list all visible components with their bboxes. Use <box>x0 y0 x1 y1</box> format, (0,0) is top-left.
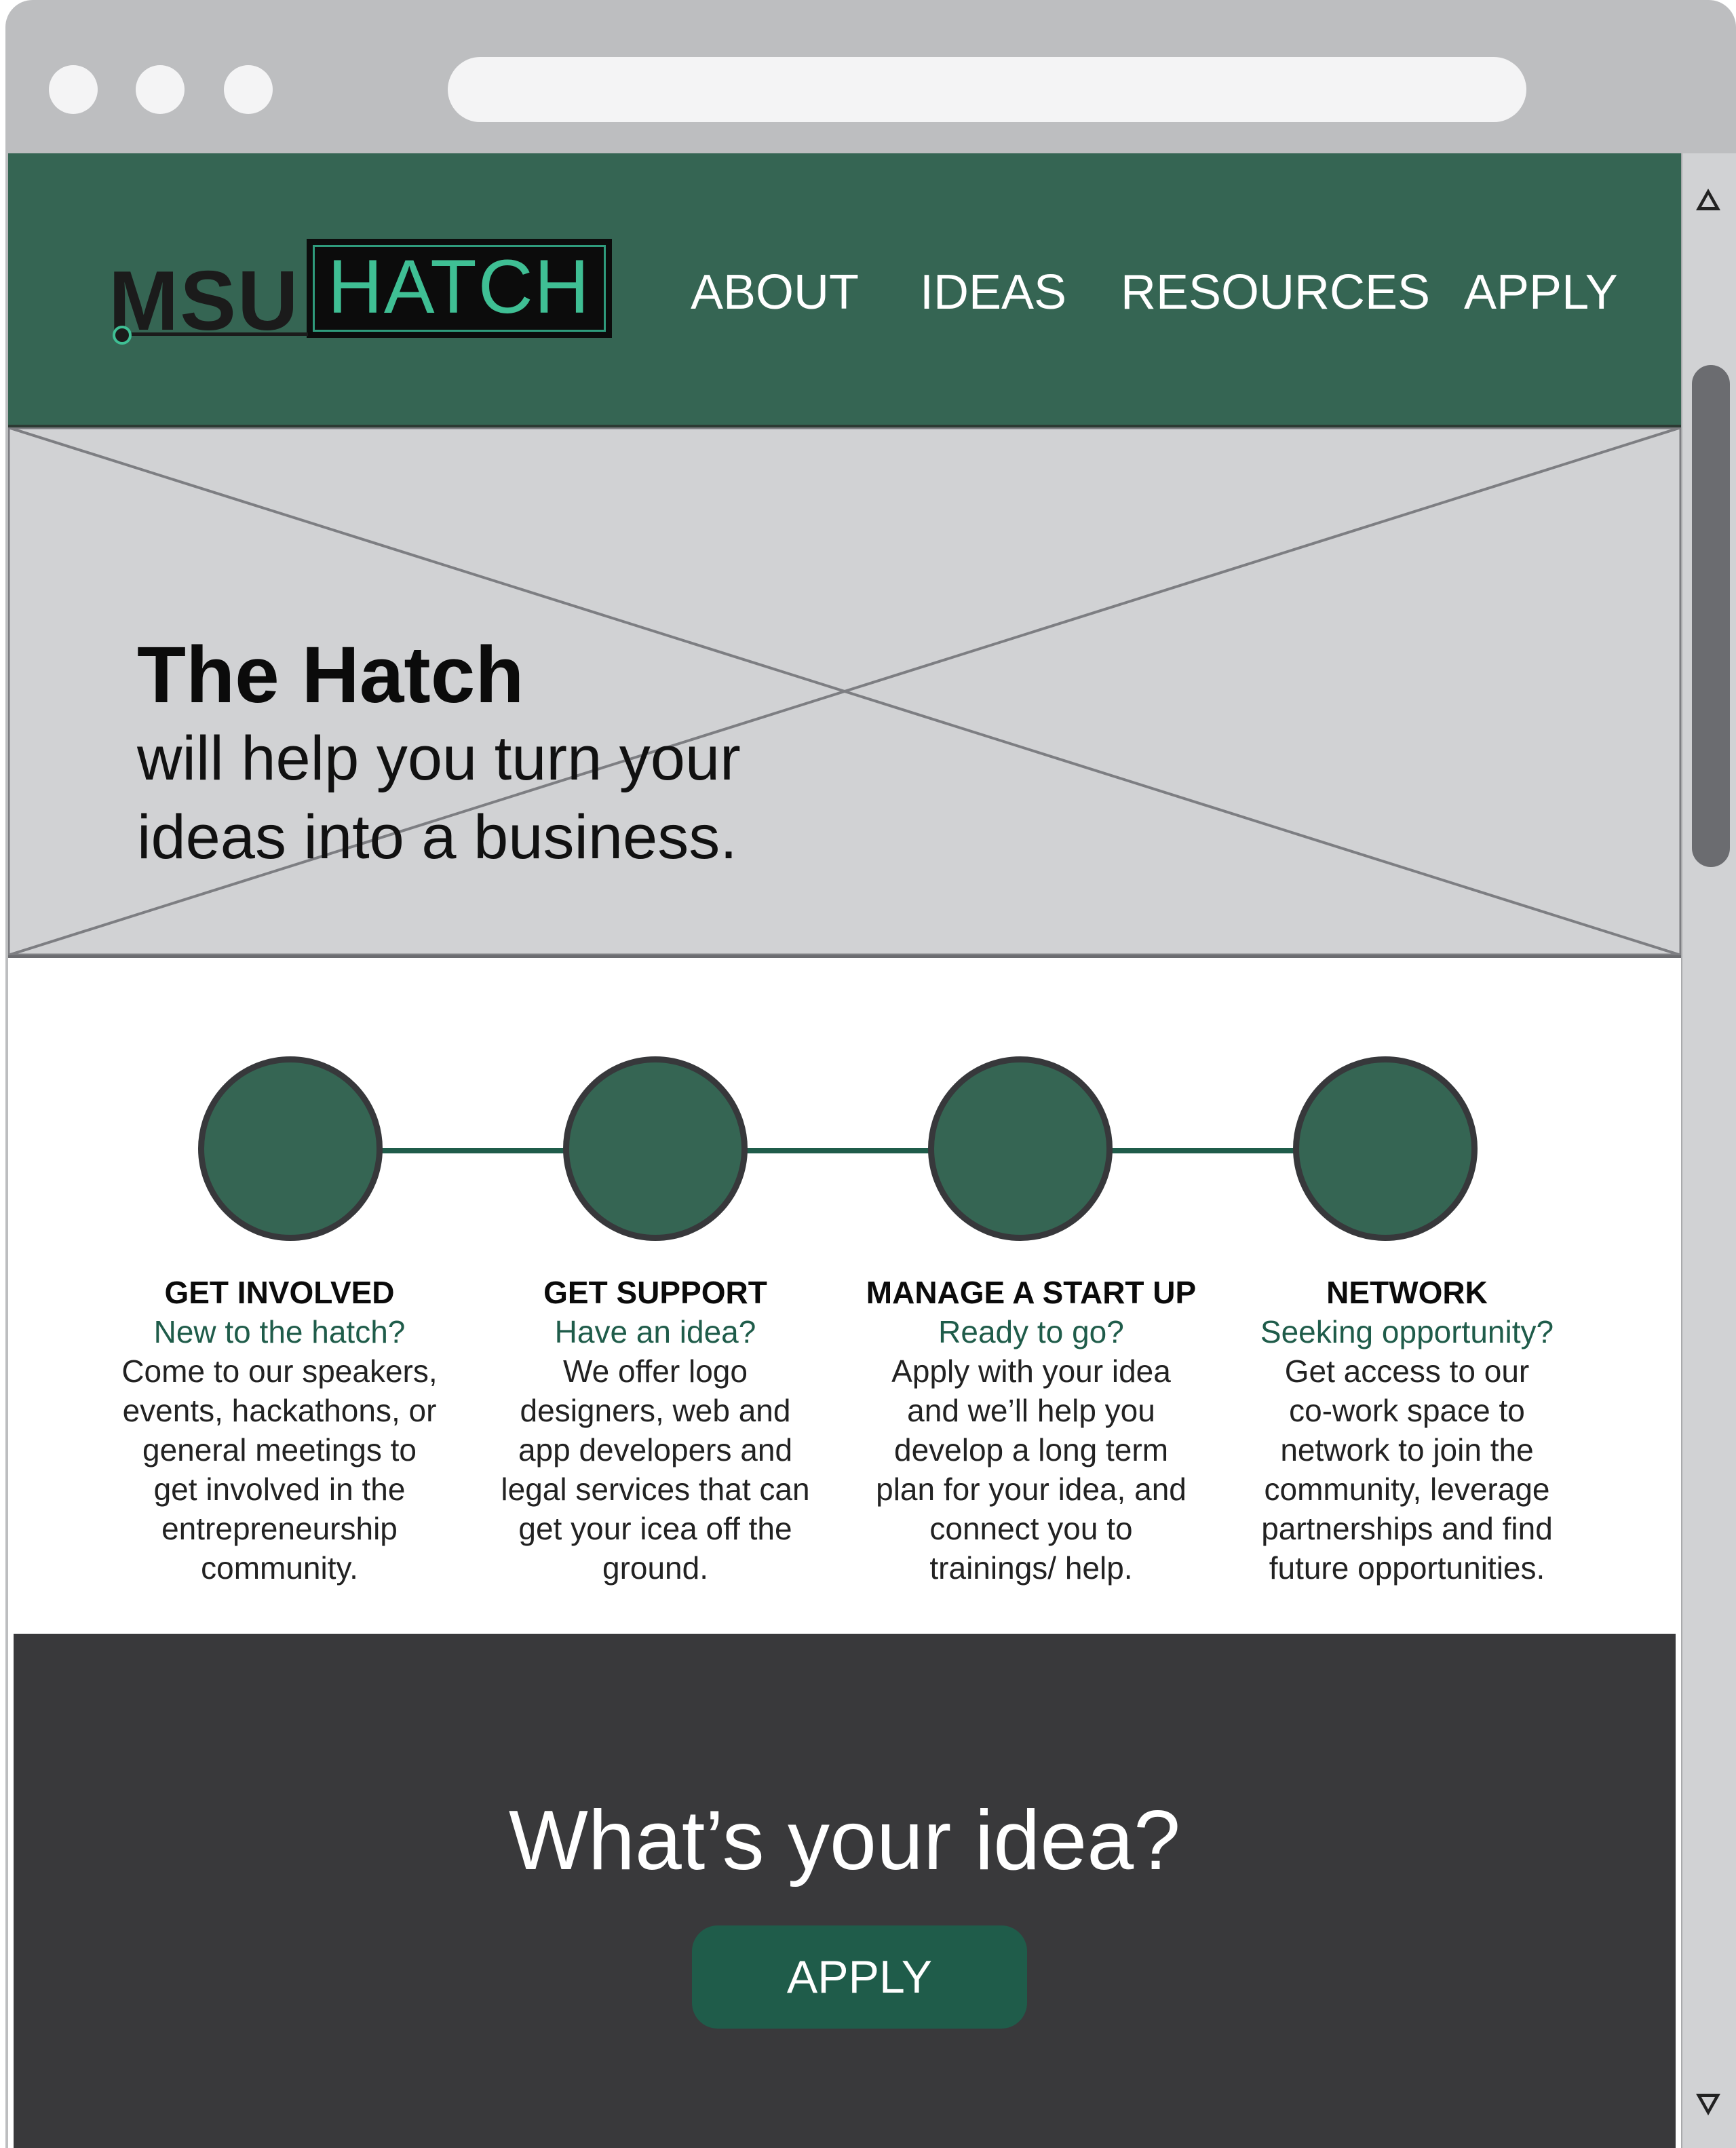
step-get-support: GET SUPPORT Have an idea? We offer logo … <box>479 1273 832 1588</box>
step-description-line: network to join the <box>1280 1432 1534 1468</box>
step-circle-manage-start-up[interactable] <box>928 1056 1113 1241</box>
step-description-line: Get access to our <box>1284 1354 1530 1389</box>
apply-button[interactable]: APPLY <box>692 1925 1027 2029</box>
step-circle-get-support[interactable] <box>563 1056 748 1241</box>
step-description-line: partnerships and find <box>1261 1511 1553 1546</box>
step-description-line: legal services that can <box>501 1472 810 1507</box>
step-description-line: future opportunities. <box>1269 1550 1545 1586</box>
step-manage-start-up: MANAGE A START UP Ready to go? Apply wit… <box>855 1273 1208 1588</box>
window-maximize-button[interactable] <box>224 65 273 114</box>
step-description-line: get involved in the <box>153 1472 406 1507</box>
logo-msu-text: MSU <box>109 254 300 348</box>
step-description-line: app developers and <box>518 1432 793 1468</box>
step-description-line: plan for your idea, and <box>876 1472 1187 1507</box>
step-description-line: connect you to <box>929 1511 1133 1546</box>
step-description: Apply with your idea and we’ll help you … <box>855 1351 1208 1588</box>
step-description-line: community. <box>201 1550 358 1586</box>
address-bar[interactable] <box>448 57 1526 122</box>
hero-title: The Hatch <box>137 630 524 720</box>
step-subtitle: New to the hatch? <box>153 1314 406 1349</box>
logo-underline <box>123 332 308 336</box>
nav-apply[interactable]: APPLY <box>1464 255 1618 330</box>
step-description-line: community, leverage <box>1264 1472 1550 1507</box>
step-title: GET INVOLVED <box>164 1275 395 1310</box>
step-description-line: and we’ll help you <box>907 1393 1155 1428</box>
steps-connector-line <box>289 1148 1374 1153</box>
browser-window: MSU HATCH ABOUT IDEAS RESOURCES APPLY Th… <box>5 0 1736 2148</box>
step-description-line: trainings/ help. <box>929 1550 1133 1586</box>
step-description-line: ground. <box>602 1550 708 1586</box>
step-subtitle: Seeking opportunity? <box>1260 1314 1554 1349</box>
step-description-line: Apply with your idea <box>891 1354 1171 1389</box>
vertical-scrollbar[interactable] <box>1681 153 1736 2148</box>
page-viewport: MSU HATCH ABOUT IDEAS RESOURCES APPLY Th… <box>8 153 1681 2148</box>
scroll-up-arrow-icon[interactable] <box>1696 189 1720 210</box>
cta-section: What’s your idea? APPLY <box>14 1634 1676 2148</box>
logo-hatch-box: HATCH <box>307 239 612 338</box>
nav-ideas[interactable]: IDEAS <box>920 255 1066 330</box>
window-close-button[interactable] <box>49 65 98 114</box>
step-title: NETWORK <box>1326 1275 1488 1310</box>
hero-subtitle-line: will help you turn your <box>137 724 741 793</box>
step-description-line: co-work space to <box>1289 1393 1525 1428</box>
hero-subtitle-line: ideas into a business. <box>137 803 737 872</box>
step-description-line: general meetings to <box>142 1432 417 1468</box>
step-subtitle: Have an idea? <box>554 1314 756 1349</box>
step-get-involved: GET INVOLVED New to the hatch? Come to o… <box>103 1273 456 1588</box>
step-description-line: develop a long term <box>893 1432 1169 1468</box>
step-description: We offer logo designers, web and app dev… <box>479 1351 832 1588</box>
step-title: MANAGE A START UP <box>866 1275 1197 1310</box>
logo-node-icon <box>113 326 132 345</box>
logo-hatch-text: HATCH <box>328 244 591 329</box>
nav-about[interactable]: ABOUT <box>691 255 859 330</box>
scroll-down-arrow-icon[interactable] <box>1696 2094 1720 2115</box>
step-description-line: We offer logo <box>563 1354 748 1389</box>
step-description-line: designers, web and <box>520 1393 791 1428</box>
step-description: Come to our speakers, events, hackathons… <box>103 1351 456 1588</box>
hero-section: The Hatch will help you turn your ideas … <box>8 427 1681 958</box>
window-minimize-button[interactable] <box>136 65 185 114</box>
step-circle-get-involved[interactable] <box>198 1056 383 1241</box>
nav-resources[interactable]: RESOURCES <box>1121 255 1430 330</box>
step-description-line: Come to our speakers, <box>121 1354 438 1389</box>
step-description: Get access to our co-work space to netwo… <box>1231 1351 1583 1588</box>
step-description-line: events, hackathons, or <box>122 1393 437 1428</box>
step-description-line: get your icea off the <box>518 1511 792 1546</box>
step-subtitle: Ready to go? <box>938 1314 1124 1349</box>
step-description-line: entrepreneurship <box>161 1511 398 1546</box>
scrollbar-thumb[interactable] <box>1692 365 1730 867</box>
step-network: NETWORK Seeking opportunity? Get access … <box>1231 1273 1583 1588</box>
site-header: MSU HATCH ABOUT IDEAS RESOURCES APPLY <box>8 153 1681 427</box>
hero-subtitle: will help you turn your ideas into a bus… <box>137 719 883 877</box>
msu-hatch-logo[interactable]: MSU HATCH <box>109 239 612 348</box>
cta-title: What’s your idea? <box>508 1794 1181 1887</box>
step-circle-network[interactable] <box>1293 1056 1478 1241</box>
step-title: GET SUPPORT <box>543 1275 767 1310</box>
